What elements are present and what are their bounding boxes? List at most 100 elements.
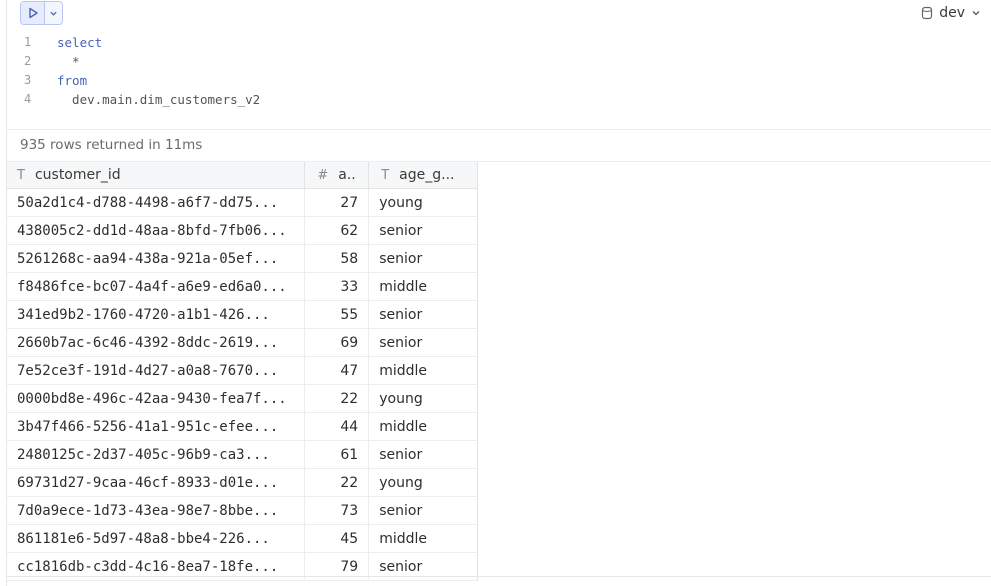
cell-age[interactable]: 62	[305, 217, 370, 244]
cell-age[interactable]: 22	[305, 385, 370, 412]
table-row[interactable]: 2480125c-2d37-405c-96b9-ca3... 61 senior	[7, 441, 477, 469]
cell-customer-id[interactable]: 0000bd8e-496c-42aa-9430-fea7f...	[7, 385, 306, 412]
text-type-icon: T	[381, 167, 390, 183]
code-line: 2 *	[20, 52, 260, 71]
cell-age[interactable]: 61	[305, 441, 370, 468]
table-row[interactable]: 5261268c-aa94-438a-921a-05ef... 58 senior	[7, 245, 477, 273]
cell-value: young	[379, 390, 423, 407]
chevron-down-icon	[972, 11, 980, 16]
table-row[interactable]: 341ed9b2-1760-4720-a1b1-426... 55 senior	[7, 301, 477, 329]
cell-age[interactable]: 58	[305, 245, 370, 272]
cell-value: 47	[340, 362, 359, 379]
code-text: select	[57, 35, 103, 50]
cell-customer-id[interactable]: 2480125c-2d37-405c-96b9-ca3...	[7, 441, 306, 468]
cell-customer-id[interactable]: 2660b7ac-6c46-4392-8ddc-2619...	[7, 329, 306, 356]
cell-value: 58	[340, 250, 359, 267]
cell-value: 27	[340, 194, 359, 211]
cell-value: middle	[379, 530, 428, 547]
cell-age-group[interactable]: middle	[369, 413, 477, 440]
cell-age[interactable]: 47	[305, 357, 370, 384]
bottom-border	[7, 576, 991, 577]
cell-value: 33	[340, 278, 359, 295]
column-header-customer-id[interactable]: T customer_id	[7, 162, 306, 188]
code-line: 4 dev.main.dim_customers_v2	[20, 90, 260, 109]
cell-value: 55	[340, 306, 359, 323]
cell-value: senior	[379, 446, 423, 463]
cell-age[interactable]: 44	[305, 413, 370, 440]
run-options-dropdown[interactable]	[45, 2, 62, 24]
column-label: customer_id	[34, 167, 121, 183]
cell-age[interactable]: 69	[305, 329, 370, 356]
cell-age-group[interactable]: young	[369, 385, 477, 412]
cell-age-group[interactable]: young	[369, 189, 477, 216]
table-row[interactable]: f8486fce-bc07-4a4f-a6e9-ed6a0... 33 middle	[7, 273, 477, 301]
cell-value: 7e52ce3f-191d-4d27-a0a8-7670...	[17, 362, 279, 379]
cell-customer-id[interactable]: 5261268c-aa94-438a-921a-05ef...	[7, 245, 306, 272]
cell-value: 2660b7ac-6c46-4392-8ddc-2619...	[17, 334, 279, 351]
cell-customer-id[interactable]: 3b47f466-5256-41a1-951c-efee...	[7, 413, 306, 440]
cell-age-group[interactable]: young	[369, 469, 477, 496]
cell-value: 73	[340, 502, 359, 519]
cell-value: 61	[340, 446, 359, 463]
cell-customer-id[interactable]: f8486fce-bc07-4a4f-a6e9-ed6a0...	[7, 273, 306, 300]
cell-age-group[interactable]: senior	[369, 441, 477, 468]
cell-value: 50a2d1c4-d788-4498-a6f7-dd75...	[17, 194, 279, 211]
column-label: age_g...	[399, 167, 455, 183]
table-row[interactable]: 7d0a9ece-1d73-43ea-98e7-8bbe... 73 senior	[7, 497, 477, 525]
cell-age-group[interactable]: senior	[369, 245, 477, 272]
cell-value: 861181e6-5d97-48a8-bbe4-226...	[17, 530, 270, 547]
column-label: a..	[338, 167, 356, 183]
code-line: 1 select	[20, 33, 260, 52]
cell-value: senior	[379, 334, 423, 351]
table-row[interactable]: 50a2d1c4-d788-4498-a6f7-dd75... 27 young	[7, 189, 477, 217]
table-row[interactable]: 2660b7ac-6c46-4392-8ddc-2619... 69 senior	[7, 329, 477, 357]
cell-value: 22	[340, 474, 359, 491]
cell-value: 69	[340, 334, 359, 351]
cell-age[interactable]: 27	[305, 189, 370, 216]
cell-age-group[interactable]: middle	[369, 357, 477, 384]
cell-customer-id[interactable]: 861181e6-5d97-48a8-bbe4-226...	[7, 525, 306, 552]
cell-age[interactable]: 22	[305, 469, 370, 496]
table-row[interactable]: 438005c2-dd1d-48aa-8bfd-7fb06... 62 senior	[7, 217, 477, 245]
cell-value: middle	[379, 418, 428, 435]
table-row[interactable]: 7e52ce3f-191d-4d27-a0a8-7670... 47 middle	[7, 357, 477, 385]
column-header-age[interactable]: # a..	[305, 162, 370, 188]
sql-editor[interactable]: 1 select 2 * 3 from 4 dev.main.dim_custo…	[20, 33, 260, 109]
table-row[interactable]: 0000bd8e-496c-42aa-9430-fea7f... 22 young	[7, 385, 477, 413]
cell-age-group[interactable]: senior	[369, 301, 477, 328]
table-row[interactable]: 69731d27-9caa-46cf-8933-d01e... 22 young	[7, 469, 477, 497]
table-row[interactable]: 861181e6-5d97-48a8-bbe4-226... 45 middle	[7, 525, 477, 553]
cell-value: 438005c2-dd1d-48aa-8bfd-7fb06...	[17, 222, 287, 239]
database-selector[interactable]: dev	[921, 3, 981, 23]
cell-customer-id[interactable]: 341ed9b2-1760-4720-a1b1-426...	[7, 301, 306, 328]
cell-age-group[interactable]: middle	[369, 273, 477, 300]
cell-age[interactable]: 73	[305, 497, 370, 524]
table-row[interactable]: 3b47f466-5256-41a1-951c-efee... 44 middle	[7, 413, 477, 441]
cell-value: 3b47f466-5256-41a1-951c-efee...	[17, 418, 279, 435]
cell-age-group[interactable]: middle	[369, 525, 477, 552]
cell-value: 0000bd8e-496c-42aa-9430-fea7f...	[17, 390, 287, 407]
cell-age-group[interactable]: senior	[369, 497, 477, 524]
cell-customer-id[interactable]: 69731d27-9caa-46cf-8933-d01e...	[7, 469, 306, 496]
cell-age[interactable]: 33	[305, 273, 370, 300]
cell-value: 341ed9b2-1760-4720-a1b1-426...	[17, 306, 270, 323]
cell-customer-id[interactable]: 438005c2-dd1d-48aa-8bfd-7fb06...	[7, 217, 306, 244]
play-icon	[28, 7, 38, 19]
run-query-button[interactable]	[21, 2, 45, 24]
code-text: dev.main.dim_customers_v2	[57, 92, 261, 107]
cell-age[interactable]: 55	[305, 301, 370, 328]
number-type-icon: #	[317, 167, 329, 183]
grid-header: T customer_id # a.. T age_g...	[7, 162, 477, 189]
code-line: 3 from	[20, 71, 260, 90]
cell-value: young	[379, 194, 423, 211]
cell-age-group[interactable]: senior	[369, 329, 477, 356]
cell-value: middle	[379, 278, 428, 295]
cell-age-group[interactable]: senior	[369, 217, 477, 244]
code-text: *	[57, 54, 80, 69]
cell-customer-id[interactable]: 50a2d1c4-d788-4498-a6f7-dd75...	[7, 189, 306, 216]
line-number: 3	[24, 73, 32, 87]
cell-customer-id[interactable]: 7e52ce3f-191d-4d27-a0a8-7670...	[7, 357, 306, 384]
cell-age[interactable]: 45	[305, 525, 370, 552]
cell-customer-id[interactable]: 7d0a9ece-1d73-43ea-98e7-8bbe...	[7, 497, 306, 524]
column-header-age-group[interactable]: T age_g...	[369, 162, 477, 188]
